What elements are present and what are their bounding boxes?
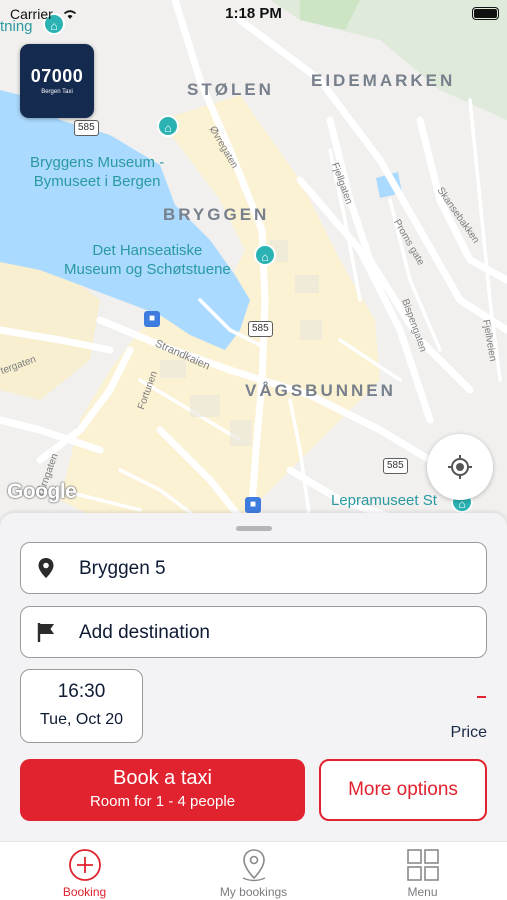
booking-panel: Bryggen 5 Add destination 16:30 Tue, Oct… <box>0 513 507 841</box>
book-taxi-label: Book a taxi <box>113 767 212 789</box>
grid-icon <box>407 849 439 881</box>
tab-label: Booking <box>62 885 107 899</box>
pickup-address: Bryggen 5 <box>79 558 166 579</box>
district-label-eidemarken: EIDEMARKEN <box>311 71 456 90</box>
clock-label: 1:18 PM <box>225 5 282 22</box>
poi-label-bryggens-museum[interactable]: Bryggens Museum - Bymuseet i Bergen <box>30 153 164 191</box>
tab-label: My bookings <box>219 885 288 899</box>
district-label-stolen: STØLEN <box>187 80 274 99</box>
location-pin-icon <box>38 558 54 578</box>
bus-stop-icon[interactable]: ■ <box>245 497 261 513</box>
district-label-vagsbunnen: VÅGSBUNNEN <box>245 381 396 400</box>
route-shield: 585 <box>383 458 408 474</box>
logo-subtitle: Bergen Taxi <box>41 89 73 95</box>
pickup-date: Tue, Oct 20 <box>40 711 123 728</box>
destination-field[interactable]: Add destination <box>20 606 487 658</box>
museum-pin-icon[interactable]: ⌂ <box>254 244 276 266</box>
more-options-button[interactable]: More options <box>319 759 487 821</box>
route-shield: 585 <box>248 321 273 337</box>
pickup-field[interactable]: Bryggen 5 <box>20 542 487 594</box>
tab-menu[interactable]: Menu <box>338 842 507 900</box>
google-attribution: Google <box>7 480 77 503</box>
status-bar: Carrier 1:18 PM <box>0 0 507 30</box>
plus-circle-icon <box>69 849 101 881</box>
tab-label: Menu <box>407 885 438 899</box>
pickup-time: 16:30 <box>57 681 106 702</box>
tab-bar: Booking My bookings Menu <box>0 841 507 900</box>
tab-my-bookings[interactable]: My bookings <box>169 842 338 900</box>
bus-stop-icon[interactable]: ■ <box>144 311 160 327</box>
location-pin-icon <box>242 849 266 882</box>
battery-icon <box>472 7 499 20</box>
price-label: Price <box>450 724 487 741</box>
destination-placeholder: Add destination <box>79 622 210 643</box>
bergen-taxi-logo: 07000 Bergen Taxi <box>20 44 94 118</box>
drag-handle[interactable] <box>236 526 272 531</box>
my-location-button[interactable] <box>427 434 493 500</box>
logo-number: 07000 <box>30 66 84 86</box>
tab-booking[interactable]: Booking <box>0 842 169 900</box>
pickup-time-button[interactable]: 16:30 Tue, Oct 20 <box>20 669 143 743</box>
poi-label-hanseatiske-museum[interactable]: Det Hanseatiske Museum og Schøtstuene <box>64 241 231 279</box>
poi-label-lepramuseet[interactable]: Lepramuseet St <box>331 491 437 510</box>
price-value <box>477 696 486 698</box>
district-label-bryggen: BRYGGEN <box>163 205 270 224</box>
map-view[interactable]: STØLEN EIDEMARKEN BRYGGEN VÅGSBUNNEN ⌂ B… <box>0 0 507 530</box>
route-shield: 585 <box>74 120 99 136</box>
flag-icon <box>37 623 54 642</box>
crosshair-icon <box>448 455 472 479</box>
museum-pin-icon[interactable]: ⌂ <box>157 115 179 137</box>
book-taxi-button[interactable]: Book a taxi Room for 1 - 4 people <box>20 759 305 821</box>
book-taxi-sublabel: Room for 1 - 4 people <box>89 793 236 810</box>
